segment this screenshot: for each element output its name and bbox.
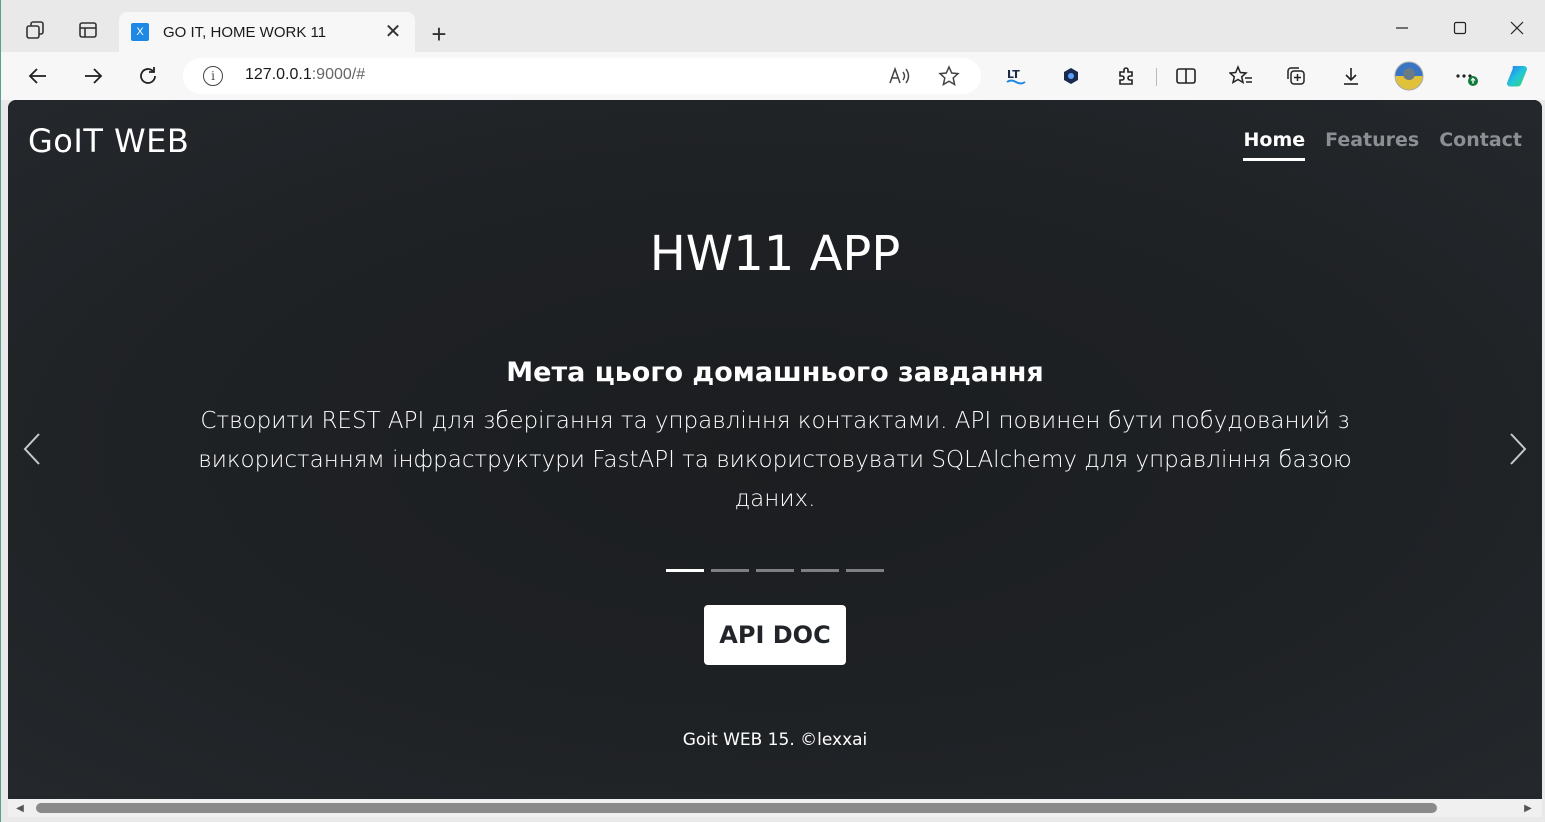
navbar-links: Home Features Contact (1243, 129, 1522, 161)
browser-toolbar: i 127.0.0.1:9000/# LT (1, 52, 1545, 100)
footer-text: Goit WEB 15. ©lexxai (682, 730, 868, 750)
chevron-left-icon (23, 433, 40, 465)
scroll-left-icon[interactable]: ◀ (14, 802, 26, 814)
carousel-indicator[interactable] (711, 569, 749, 572)
carousel-next-button[interactable] (1498, 428, 1538, 470)
chevron-right-icon (1510, 433, 1527, 465)
browser-tab[interactable]: X GO IT, HOME WORK 11 ✕ (119, 12, 415, 52)
workspaces-icon[interactable] (21, 16, 49, 44)
carousel-indicators (666, 569, 884, 572)
svg-text:LT: LT (1007, 68, 1020, 81)
api-doc-button[interactable]: API DOC (704, 605, 846, 665)
carousel-indicator[interactable] (756, 569, 794, 572)
info-icon[interactable]: i (203, 66, 223, 86)
scrollbar-thumb[interactable] (36, 803, 1437, 813)
nav-link-features[interactable]: Features (1325, 129, 1419, 161)
nav-link-home[interactable]: Home (1243, 129, 1306, 161)
read-aloud-icon[interactable] (887, 64, 911, 88)
back-icon[interactable] (22, 60, 54, 92)
carousel-indicator[interactable] (846, 569, 884, 572)
url-host: 127.0.0.1 (245, 66, 312, 83)
address-bar[interactable]: i 127.0.0.1:9000/# (183, 58, 981, 94)
more-icon[interactable] (1452, 62, 1480, 90)
carousel-indicator[interactable] (666, 569, 704, 572)
forward-icon[interactable] (77, 60, 109, 92)
new-tab-button[interactable]: + (425, 20, 453, 48)
page-viewport: GoIT WEB Home Features Contact HW11 APP … (8, 100, 1542, 799)
toolbar-separator (1156, 68, 1157, 86)
profile-avatar[interactable] (1393, 60, 1425, 92)
hero-title: HW11 APP (649, 226, 901, 282)
horizontal-scrollbar[interactable]: ◀ ▶ (8, 799, 1542, 817)
close-window-button[interactable] (1488, 8, 1545, 48)
carousel-indicator[interactable] (801, 569, 839, 572)
carousel-prev-button[interactable] (12, 428, 52, 470)
tab-strip: X GO IT, HOME WORK 11 ✕ + (1, 6, 1545, 52)
tab-title: GO IT, HOME WORK 11 (163, 23, 327, 41)
extensions-icon[interactable] (1112, 62, 1140, 90)
favorite-star-icon[interactable] (937, 64, 961, 88)
url-rest: :9000/# (311, 66, 366, 83)
tab-favicon-icon: X (131, 23, 149, 41)
browser-window: X GO IT, HOME WORK 11 ✕ + i 127.0.0.1:90… (0, 0, 1545, 822)
tab-close-icon[interactable]: ✕ (383, 22, 403, 42)
minimize-button[interactable] (1373, 8, 1431, 48)
refresh-icon[interactable] (132, 60, 164, 92)
copilot-icon[interactable] (1504, 62, 1532, 90)
url-text[interactable]: 127.0.0.1:9000/# (245, 66, 365, 84)
nav-link-contact[interactable]: Contact (1439, 129, 1522, 161)
favorites-icon[interactable] (1227, 62, 1255, 90)
extension-lt-icon[interactable]: LT (1002, 62, 1030, 90)
split-screen-icon[interactable] (1172, 62, 1200, 90)
slide-text: Створити REST API для зберігання та упра… (198, 408, 1352, 512)
extension-hex-icon[interactable] (1057, 62, 1085, 90)
maximize-button[interactable] (1431, 8, 1489, 48)
tab-actions-icon[interactable] (74, 16, 102, 44)
downloads-icon[interactable] (1337, 62, 1365, 90)
slide-heading: Мета цього домашнього завдання (506, 357, 1044, 388)
collections-icon[interactable] (1282, 62, 1310, 90)
navbar-brand[interactable]: GoIT WEB (28, 122, 189, 160)
scroll-right-icon[interactable]: ▶ (1522, 802, 1534, 814)
